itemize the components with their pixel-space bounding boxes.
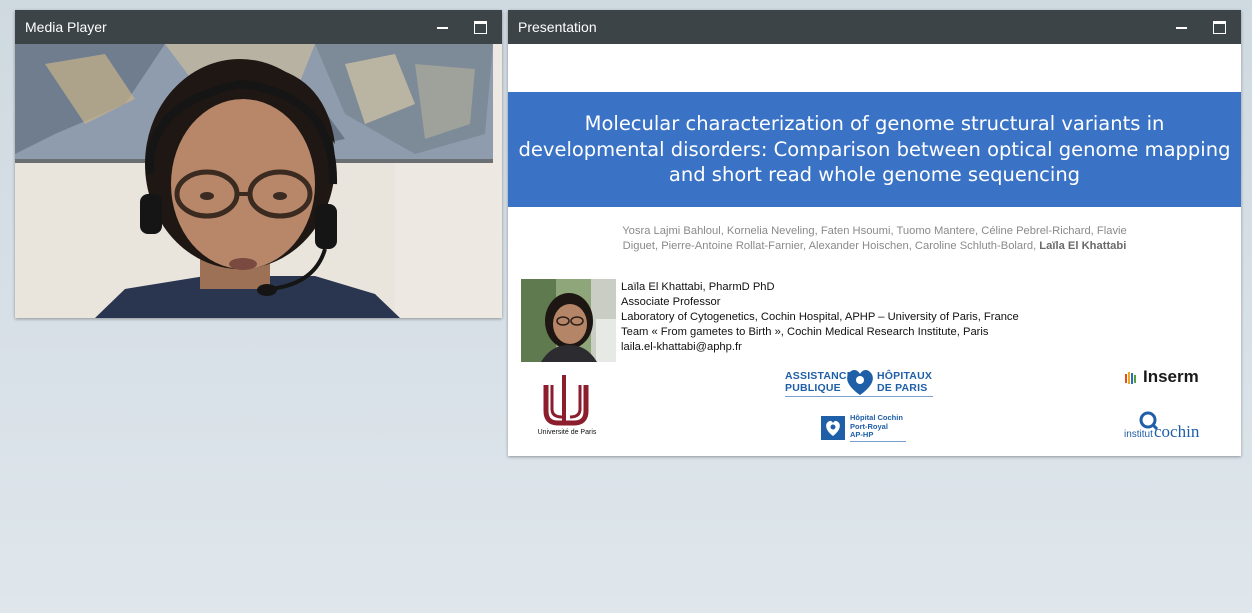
cochin-text: cochin (1154, 422, 1200, 441)
authors-highlight: Laïla El Khattabi (1039, 240, 1127, 252)
hopital-cochin-logo: Hôpital Cochin Port-Royal AP-HP (821, 413, 911, 444)
aphp-shield-icon (821, 416, 845, 440)
aphp-line2-left: PUBLIQUE (785, 382, 841, 394)
contact-email: laila.el-khattabi@aphp.fr (621, 341, 742, 353)
contact-position: Associate Professor (621, 296, 721, 308)
aphp-line1-right: HÔPITAUX (877, 370, 933, 382)
contact-lab: Laboratory of Cytogenetics, Cochin Hospi… (621, 311, 1019, 323)
contact-block: Laïla El Khattabi, PharmD PhD Associate … (621, 280, 1019, 355)
media-player-controls (434, 19, 492, 35)
universite-logo: Université de Paris (532, 371, 602, 441)
slide-authors: Yosra Lajmi Bahloul, Kornelia Neveling, … (568, 224, 1181, 254)
authors-line-2-text: Diguet, Pierre-Antoine Rollat-Farnier, A… (622, 240, 1037, 252)
hopital-cochin-line3: AP-HP (850, 430, 874, 439)
slide-title: Molecular characterization of genome str… (518, 112, 1231, 187)
aphp-heart-icon (847, 370, 873, 395)
institut-text: institut (1124, 429, 1153, 440)
universite-text: Université de Paris (537, 429, 597, 436)
maximize-icon[interactable] (472, 19, 488, 35)
aphp-logo: ASSISTANCE PUBLIQUE HÔPITAUX DE PARIS (785, 368, 935, 400)
aphp-line1-left: ASSISTANCE (785, 370, 854, 382)
video-feed[interactable] (15, 44, 502, 318)
minimize-icon[interactable] (434, 19, 450, 35)
authors-line-2: Diguet, Pierre-Antoine Rollat-Farnier, A… (568, 239, 1181, 254)
slide: Molecular characterization of genome str… (508, 44, 1241, 456)
maximize-icon[interactable] (1211, 19, 1227, 35)
inserm-logo: Inserm (1124, 367, 1214, 389)
presentation-controls (1173, 19, 1231, 35)
authors-line-1: Yosra Lajmi Bahloul, Kornelia Neveling, … (622, 225, 1127, 237)
inserm-text: Inserm (1143, 367, 1199, 386)
universite-emblem-icon (543, 375, 589, 426)
presentation-title: Presentation (518, 19, 597, 35)
media-player-title: Media Player (25, 19, 107, 35)
video-frame-image (15, 44, 502, 318)
presentation-header[interactable]: Presentation (508, 10, 1241, 44)
media-player-window: Media Player (15, 10, 502, 318)
presentation-window: Presentation Molecular characterization … (508, 10, 1241, 456)
contact-team: Team « From gametes to Birth », Cochin M… (621, 326, 989, 338)
presenter-photo (521, 279, 616, 362)
institut-cochin-logo: institut cochin (1124, 410, 1214, 448)
minimize-icon[interactable] (1173, 19, 1189, 35)
slide-title-band: Molecular characterization of genome str… (508, 92, 1241, 207)
inserm-icon (1125, 372, 1136, 384)
media-player-header[interactable]: Media Player (15, 10, 502, 44)
presenter-photo-image (521, 279, 616, 362)
aphp-line2-right: DE PARIS (877, 382, 928, 394)
contact-name: Laïla El Khattabi, PharmD PhD (621, 281, 775, 293)
